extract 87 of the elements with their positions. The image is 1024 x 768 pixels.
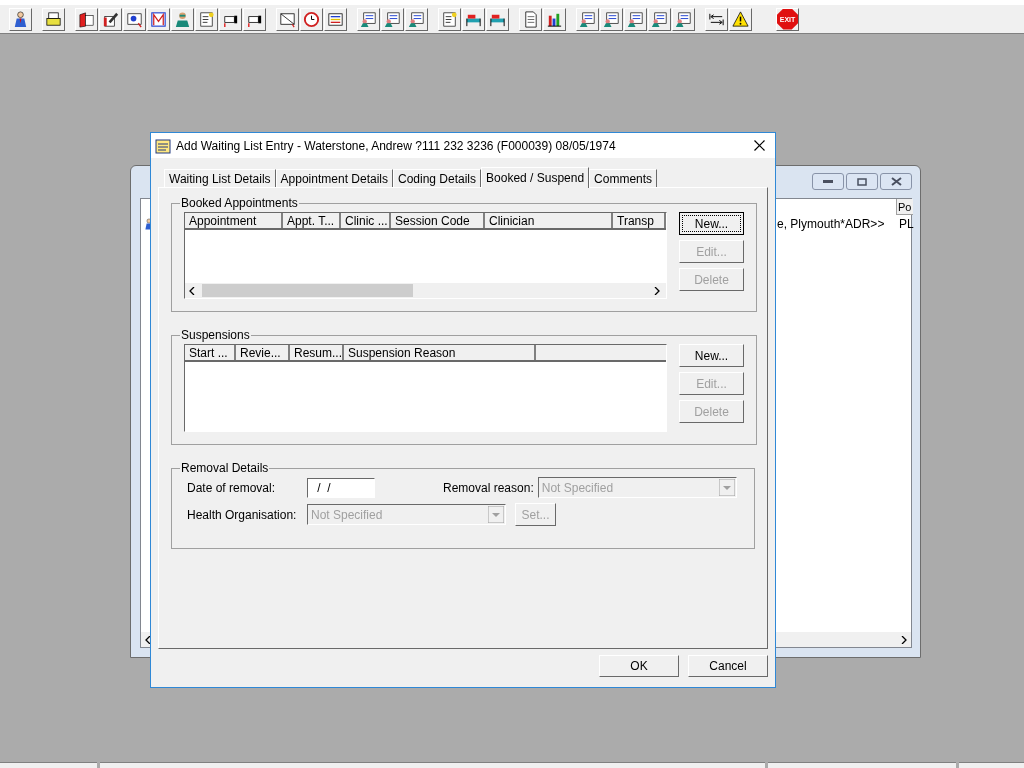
- person-card-icon: [650, 9, 669, 29]
- book-icon: [77, 9, 96, 29]
- column-header[interactable]: Appt. T...: [283, 213, 341, 228]
- person-card-button[interactable]: [672, 7, 695, 31]
- column-header[interactable]: Revie...: [236, 345, 290, 360]
- dropdown-arrow-icon: [718, 479, 735, 496]
- person-card-icon: [626, 9, 645, 29]
- person-card-icon: [383, 9, 402, 29]
- note-button[interactable]: [438, 7, 461, 31]
- action-button[interactable]: New...: [679, 344, 744, 367]
- column-header[interactable]: Clinic ...: [341, 213, 391, 228]
- note-icon: [440, 9, 459, 29]
- minimize-button[interactable]: [812, 173, 844, 190]
- person-card-icon: [578, 9, 597, 29]
- scrollbar-thumb[interactable]: [202, 284, 413, 297]
- window-title: Add Waiting List Entry - Waterstone, Andrew ?111 232 3236 (F000039) 08/05/1974: [176, 137, 617, 155]
- notepad-icon: [155, 137, 171, 154]
- maximize-button[interactable]: [846, 173, 878, 190]
- person-card-button[interactable]: [648, 7, 671, 31]
- bed-button[interactable]: [486, 7, 509, 31]
- close-icon: [890, 177, 902, 186]
- dialog-button[interactable]: OK: [599, 655, 679, 677]
- group-title: Suspensions: [180, 327, 251, 344]
- document-button[interactable]: [519, 7, 542, 31]
- tab[interactable]: Booked / Suspend: [481, 167, 590, 188]
- person-card-button[interactable]: [600, 7, 623, 31]
- person-card-icon: [407, 9, 426, 29]
- list-cell: e, Plymouth*ADR>>: [777, 217, 885, 231]
- person-button[interactable]: [9, 7, 32, 31]
- minimize-icon: [823, 179, 833, 184]
- envelope-button[interactable]: [147, 7, 170, 31]
- person-button[interactable]: [171, 7, 194, 31]
- bar-chart-button[interactable]: [543, 7, 566, 31]
- person-card-button[interactable]: [405, 7, 428, 31]
- tab[interactable]: Coding Details: [393, 169, 482, 187]
- column-header[interactable]: Appointment: [185, 213, 283, 228]
- printer-icon: [44, 9, 63, 29]
- person-card-icon: [359, 9, 378, 29]
- scroll-right-icon: [654, 287, 660, 295]
- dialog-button[interactable]: Cancel: [688, 655, 768, 677]
- action-button[interactable]: New...: [679, 212, 744, 235]
- column-header[interactable]: Session Code: [391, 213, 485, 228]
- group-title: Booked Appointments: [180, 195, 299, 212]
- warning-button[interactable]: [729, 7, 752, 31]
- column-header[interactable]: Resum...: [290, 345, 344, 360]
- column-header[interactable]: Transp: [613, 213, 666, 228]
- status-pane: [959, 762, 1024, 768]
- group-title: Removal Details: [180, 460, 270, 477]
- envelope-icon: [149, 9, 168, 29]
- person-card-button[interactable]: [576, 7, 599, 31]
- field-label: Health Organisation:: [187, 506, 298, 524]
- scroll-left-icon: [189, 287, 195, 295]
- note-button[interactable]: [195, 7, 218, 31]
- person-card-icon: [602, 9, 621, 29]
- restore-icon: [857, 177, 867, 186]
- clock-button[interactable]: [300, 7, 323, 31]
- printer-button[interactable]: [42, 7, 65, 31]
- list-cell: PL: [899, 217, 914, 231]
- field-label: Removal reason:: [443, 479, 534, 497]
- tab[interactable]: Comments: [589, 169, 658, 187]
- arrows-button[interactable]: [705, 7, 728, 31]
- tab[interactable]: Appointment Details: [275, 169, 393, 187]
- clock-icon: [302, 9, 321, 29]
- person-card-button[interactable]: [357, 7, 380, 31]
- scroll-right-icon: [901, 636, 907, 644]
- person-icon: [173, 9, 192, 29]
- note-icon: [197, 9, 216, 29]
- column-header[interactable]: Po: [896, 199, 913, 215]
- person-card-button[interactable]: [381, 7, 404, 31]
- column-header[interactable]: Suspension Reason: [344, 345, 536, 360]
- document-button[interactable]: [123, 7, 146, 31]
- warning-icon: [731, 9, 750, 29]
- person-card-icon: [674, 9, 693, 29]
- pencil-button[interactable]: [99, 7, 122, 31]
- horizontal-scrollbar[interactable]: [185, 283, 666, 298]
- bed-button[interactable]: [462, 7, 485, 31]
- tab[interactable]: Waiting List Details: [164, 169, 276, 187]
- list-button[interactable]: [324, 7, 347, 31]
- dropdown-arrow-icon: [488, 506, 504, 523]
- field-label: Date of removal:: [187, 479, 277, 497]
- date-field[interactable]: / /: [307, 477, 375, 498]
- person-card-button[interactable]: [624, 7, 647, 31]
- column-header[interactable]: Clinician: [485, 213, 613, 228]
- close-button[interactable]: [880, 173, 912, 190]
- column-header[interactable]: Start ...: [185, 345, 236, 360]
- book-button[interactable]: [75, 7, 98, 31]
- close-icon: [753, 140, 765, 151]
